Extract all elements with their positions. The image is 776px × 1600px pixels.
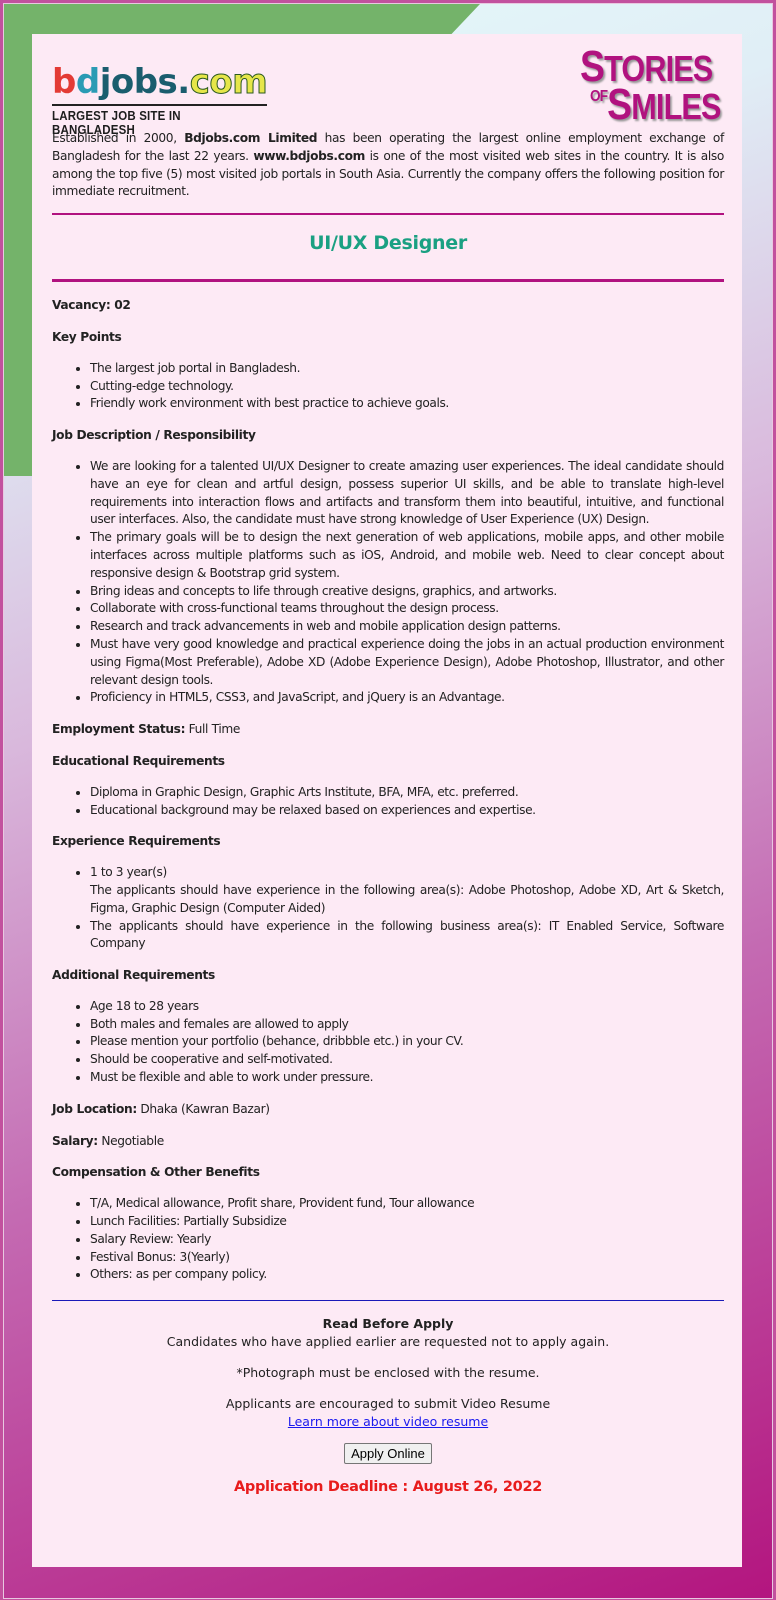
education-heading: Educational Requirements xyxy=(52,753,225,768)
experience-heading: Experience Requirements xyxy=(52,834,221,849)
logo-initial: S xyxy=(607,80,632,129)
apply-section: Read Before Apply Candidates who have ap… xyxy=(52,1315,724,1496)
list-item: Bring ideas and concepts to life through… xyxy=(90,583,724,601)
list-item: The largest job portal in Bangladesh. xyxy=(90,360,724,378)
employment-status: Employment Status: Full Time xyxy=(52,721,724,739)
responsibilities-list: We are looking for a talented UI/UX Desi… xyxy=(52,458,724,707)
list-item: Salary Review: Yearly xyxy=(90,1231,724,1249)
read-before-apply-heading: Read Before Apply xyxy=(322,1316,454,1332)
list-item: Proficiency in HTML5, CSS3, and JavaScri… xyxy=(90,689,724,707)
list-item: Cutting-edge technology. xyxy=(90,378,724,396)
list-item: T/A, Medical allowance, Profit share, Pr… xyxy=(90,1195,724,1213)
page-frame: bdjobs.com LARGEST JOB SITE IN BANGLADES… xyxy=(0,0,776,1600)
logo-part-b: b xyxy=(52,62,76,102)
field-value: Dhaka (Kawran Bazar) xyxy=(136,1101,270,1116)
company-name: Bdjobs.com Limited xyxy=(184,131,318,145)
list-item: Festival Bonus: 3(Yearly) xyxy=(90,1249,724,1267)
logo-line-smiles: OFSMILES xyxy=(590,80,721,130)
salary: Salary: Negotiable xyxy=(52,1133,724,1151)
experience-areas: The applicants should have experience in… xyxy=(90,882,724,915)
additional-list: Age 18 to 28 years Both males and female… xyxy=(52,998,724,1087)
divider xyxy=(52,213,724,216)
list-item: The primary goals will be to design the … xyxy=(90,529,724,582)
field-label: Employment Status: xyxy=(52,722,186,737)
divider xyxy=(52,1300,724,1302)
list-item: Research and track advancements in web a… xyxy=(90,618,724,636)
list-item: Please mention your portfolio (behance, … xyxy=(90,1033,724,1051)
list-item: Must be flexible and able to work under … xyxy=(90,1069,724,1087)
benefits-list: T/A, Medical allowance, Profit share, Pr… xyxy=(52,1195,724,1284)
divider xyxy=(52,279,724,283)
reapply-notice: Candidates who have applied earlier are … xyxy=(166,1334,610,1350)
logo-part-jobs: jobs xyxy=(99,62,178,102)
intro-text: Established in 2000, xyxy=(52,131,185,145)
list-item: Both males and females are allowed to ap… xyxy=(90,1016,724,1034)
photo-note: *Photograph must be enclosed with the re… xyxy=(236,1365,540,1381)
job-location: Job Location: Dhaka (Kawran Bazar) xyxy=(52,1101,724,1119)
field-value: Negotiable xyxy=(97,1133,164,1148)
field-label: Job Location: xyxy=(52,1101,137,1116)
list-item: Should be cooperative and self-motivated… xyxy=(90,1051,724,1069)
job-content: Established in 2000, Bdjobs.com Limited … xyxy=(52,130,724,1496)
logo-text: MILES xyxy=(631,86,721,127)
company-intro: Established in 2000, Bdjobs.com Limited … xyxy=(52,130,724,201)
list-item: Must have very good knowledge and practi… xyxy=(90,636,724,689)
stories-of-smiles-logo: STORIES OFSMILES xyxy=(580,42,721,129)
list-item: The applicants should have experience in… xyxy=(90,918,724,954)
list-item: Friendly work environment with best prac… xyxy=(90,395,724,413)
key-points-list: The largest job portal in Bangladesh. Cu… xyxy=(52,360,724,413)
list-item: Others: as per company policy. xyxy=(90,1266,724,1284)
list-item: Educational background may be relaxed ba… xyxy=(90,802,724,820)
logo-of: OF xyxy=(590,88,608,105)
company-website: www.bdjobs.com xyxy=(253,148,365,163)
additional-heading: Additional Requirements xyxy=(52,968,215,983)
logo-part-com: com xyxy=(189,62,268,102)
benefits-heading: Compensation & Other Benefits xyxy=(52,1165,260,1180)
application-deadline: Application Deadline : August 26, 2022 xyxy=(233,1479,543,1496)
experience-list: 1 to 3 year(s) The applicants should have… xyxy=(52,864,724,953)
apply-online-button[interactable]: Apply Online xyxy=(344,1443,432,1465)
key-points-heading: Key Points xyxy=(52,329,122,344)
list-item: We are looking for a talented UI/UX Desi… xyxy=(90,458,724,529)
job-card: bdjobs.com LARGEST JOB SITE IN BANGLADES… xyxy=(32,34,742,1567)
vacancy: Vacancy: 02 xyxy=(52,298,131,313)
education-list: Diploma in Graphic Design, Graphic Arts … xyxy=(52,784,724,820)
logo-divider xyxy=(52,104,267,106)
video-resume-link[interactable]: Learn more about video resume xyxy=(288,1414,488,1429)
list-item: Age 18 to 28 years xyxy=(90,998,724,1016)
video-resume-note: Applicants are encouraged to submit Vide… xyxy=(225,1396,551,1412)
job-title: UI/UX Designer xyxy=(309,232,467,255)
list-item: Diploma in Graphic Design, Graphic Arts … xyxy=(90,784,724,802)
logo-part-dot: . xyxy=(177,62,190,102)
responsibilities-heading: Job Description / Responsibility xyxy=(52,428,256,443)
field-value: Full Time xyxy=(185,722,241,737)
list-item: Collaborate with cross-functional teams … xyxy=(90,600,724,618)
logo-part-d: d xyxy=(75,62,100,102)
field-label: Salary: xyxy=(52,1133,98,1148)
list-item: Lunch Facilities: Partially Subsidize xyxy=(90,1213,724,1231)
experience-years: 1 to 3 year(s) xyxy=(90,865,167,880)
list-item: 1 to 3 year(s) The applicants should have… xyxy=(90,864,724,917)
bdjobs-wordmark: bdjobs.com xyxy=(52,62,272,102)
